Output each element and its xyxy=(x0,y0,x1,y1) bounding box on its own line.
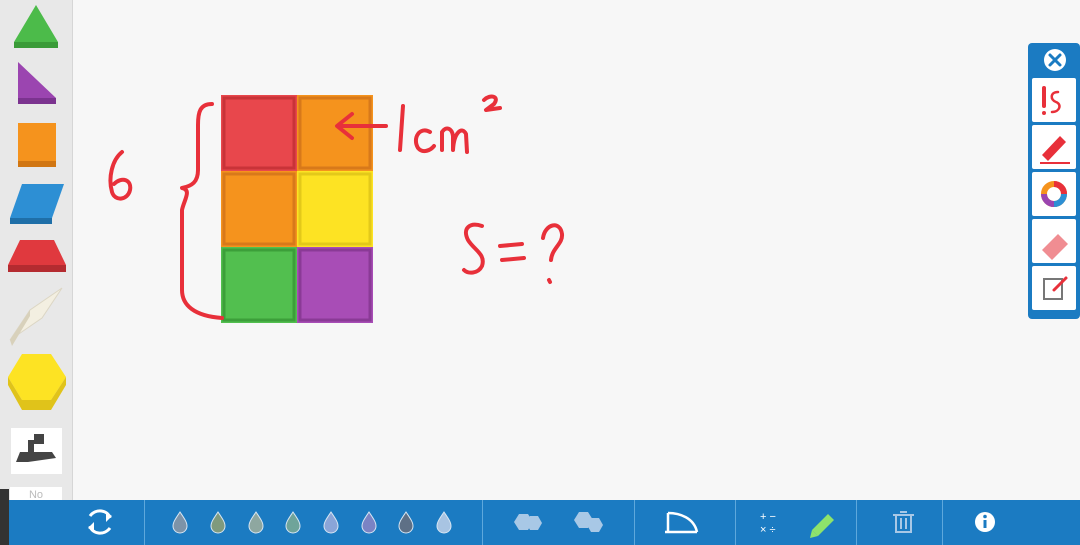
unit-tile-orange[interactable] xyxy=(297,95,373,171)
unit-tile-yellow[interactable] xyxy=(297,171,373,247)
unit-tile-orange[interactable] xyxy=(221,171,297,247)
close-panel-button[interactable] xyxy=(1044,49,1066,71)
toolbar-separator xyxy=(482,500,483,545)
info-icon[interactable] xyxy=(975,512,995,532)
side-tab[interactable] xyxy=(0,489,9,545)
stamp-tool[interactable] xyxy=(11,428,62,474)
toolbar-separator xyxy=(144,500,145,545)
pattern-label: No xyxy=(10,487,62,500)
palette-square[interactable] xyxy=(18,123,56,167)
svg-text:× ÷: × ÷ xyxy=(760,524,776,536)
svg-text:+ −: + − xyxy=(760,511,776,523)
notes-tool-button[interactable] xyxy=(1032,266,1076,310)
color-picker-button[interactable] xyxy=(1032,172,1076,216)
unit-tile-green[interactable] xyxy=(221,247,297,323)
highlighter-tool-button[interactable] xyxy=(1032,125,1076,169)
unit-tile-red[interactable] xyxy=(221,95,297,171)
whiteboard-canvas: + − × ÷ xyxy=(0,0,1080,545)
toolbar-separator xyxy=(942,500,943,545)
math-operations-icon[interactable]: + − × ÷ xyxy=(760,511,776,536)
pen-tool-button[interactable] xyxy=(1032,78,1076,122)
eraser-tool-button[interactable] xyxy=(1032,219,1076,263)
toolbar-separator xyxy=(856,500,857,545)
toolbar-separator xyxy=(735,500,736,545)
unit-tile-purple[interactable] xyxy=(297,247,373,323)
toolbar-separator xyxy=(634,500,635,545)
tile-grid xyxy=(221,95,373,323)
group-shapes-icon[interactable] xyxy=(514,514,542,530)
